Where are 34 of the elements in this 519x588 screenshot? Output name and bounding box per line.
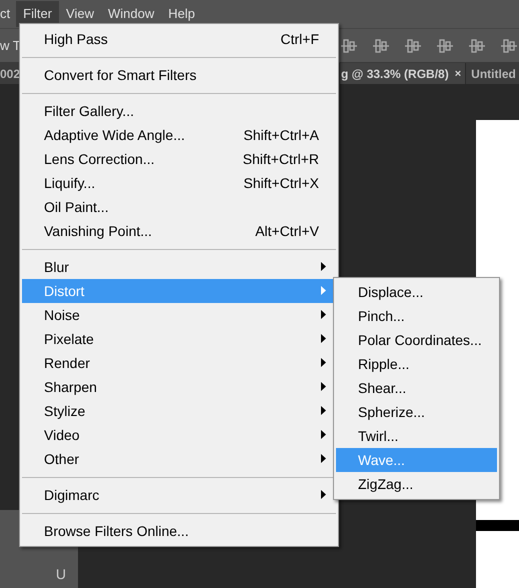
menu-item[interactable]: Twirl... [336,424,497,448]
menu-item[interactable]: Other [22,447,336,471]
menubar-item[interactable]: Help [161,1,202,27]
menu-item[interactable]: Spherize... [336,400,497,424]
menu-item[interactable]: Render [22,351,336,375]
menu-item[interactable]: Liquify... Shift+Ctrl+X [22,171,336,195]
tool-shortcut: U [56,566,66,582]
document-tab[interactable]: Untitled [466,63,516,84]
menu-item[interactable]: Browse Filters Online... [22,519,336,543]
menu-item[interactable]: Stylize [22,399,336,423]
menu-item[interactable]: Blur [22,255,336,279]
menubar-item[interactable]: Window [100,1,162,27]
menu-item[interactable]: Pixelate [22,327,336,351]
menu-item[interactable]: Oil Paint... [22,195,336,219]
menu-item[interactable]: Ripple... [336,352,497,376]
menu-item[interactable]: Sharpen [22,375,336,399]
menu-item[interactable]: Displace... [336,280,497,304]
menu-item[interactable]: Polar Coordinates... [336,328,497,352]
canvas-bar [476,520,519,531]
menubar-item[interactable]: ct [0,1,16,27]
menu-item[interactable]: ZigZag... [336,472,497,496]
menu-item[interactable]: Vanishing Point... Alt+Ctrl+V [22,219,336,243]
menu-item[interactable]: Digimarc [22,483,336,507]
menu-item[interactable]: Shear... [336,376,497,400]
menu-item[interactable]: Pinch... [336,304,497,328]
menu-item[interactable]: Noise [22,303,336,327]
menubar-item[interactable]: View [59,1,101,27]
menu-item[interactable]: Adaptive Wide Angle... Shift+Ctrl+A [22,123,336,147]
menu-item[interactable]: Video [22,423,336,447]
menu-item[interactable]: Filter Gallery... [22,99,336,123]
menu-item[interactable]: High Pass Ctrl+F [22,27,336,51]
document-tab[interactable]: g @ 33.3% (RGB/8) × [340,63,466,84]
menu-item[interactable]: Lens Correction... Shift+Ctrl+R [22,147,336,171]
menu-item[interactable]: Convert for Smart Filters [22,63,336,87]
